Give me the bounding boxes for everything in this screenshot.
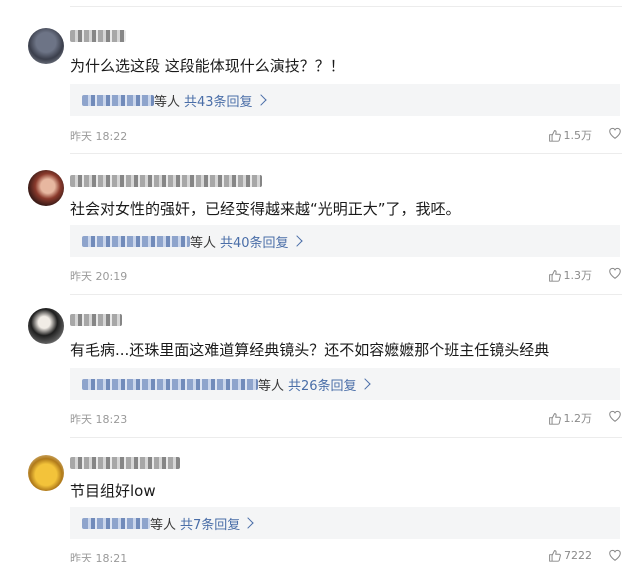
avatar[interactable]	[28, 455, 64, 491]
comment-time: 昨天 20:19	[70, 270, 128, 283]
like-button[interactable]: 1.2万	[548, 410, 593, 426]
avatar[interactable]	[28, 170, 64, 206]
like-count: 7222	[564, 549, 592, 562]
replier-names-blurred	[82, 235, 190, 247]
chevron-right-icon	[242, 517, 254, 529]
thumbs-up-icon	[548, 269, 561, 282]
comment-time: 昨天 18:23	[70, 413, 128, 426]
avatar[interactable]	[28, 28, 64, 64]
reply-suffix: 等人	[190, 235, 217, 251]
username-blurred[interactable]	[70, 314, 122, 326]
comment-text: 为什么选这段 这段能体现什么演技？？！	[70, 57, 345, 75]
heart-icon[interactable]	[608, 409, 622, 423]
comment-time: 昨天 18:21	[70, 552, 128, 562]
like-count: 1.5万	[563, 129, 593, 142]
username-blurred[interactable]	[70, 457, 180, 469]
reply-summary[interactable]: 等人 共43条回复	[70, 84, 620, 116]
chevron-right-icon	[254, 94, 267, 106]
reply-count-link[interactable]: 共43条回复	[184, 91, 253, 110]
comment-time: 昨天 18:22	[70, 130, 128, 143]
username-blurred[interactable]	[70, 175, 262, 187]
reply-count-link[interactable]: 共26条回复	[288, 375, 357, 394]
like-count: 1.3万	[563, 269, 593, 282]
comment-text: 节目组好low	[70, 482, 156, 500]
like-button[interactable]: 1.3万	[548, 267, 593, 283]
comment-item: 社会对女性的强奸，已经变得越来越“光明正大”了，我呸。 等人 共40条回复 昨天…	[0, 150, 640, 290]
heart-icon[interactable]	[608, 548, 622, 562]
reply-summary[interactable]: 等人 共7条回复	[70, 507, 620, 539]
reply-suffix: 等人	[154, 94, 181, 110]
chevron-right-icon	[358, 378, 371, 390]
reply-summary[interactable]: 等人 共40条回复	[70, 225, 620, 257]
like-count: 1.2万	[563, 412, 593, 425]
replier-names-blurred	[82, 378, 258, 390]
comment-text: 有毛病...还珠里面这难道算经典镜头？还不如容嬷嬷那个班主任镜头经典	[70, 341, 550, 359]
reply-count-link[interactable]: 共40条回复	[220, 232, 289, 251]
thumbs-up-icon	[548, 412, 561, 425]
thumbs-up-icon	[548, 129, 561, 142]
username-blurred[interactable]	[70, 30, 126, 42]
like-button[interactable]: 1.5万	[548, 127, 593, 143]
comment-item: 节目组好low 等人 共7条回复 昨天 18:21 7222	[0, 435, 640, 562]
chevron-right-icon	[290, 235, 303, 247]
comment-item: 有毛病...还珠里面这难道算经典镜头？还不如容嬷嬷那个班主任镜头经典 等人 共2…	[0, 290, 640, 435]
reply-count-link[interactable]: 共7条回复	[180, 514, 240, 533]
heart-icon[interactable]	[608, 126, 622, 140]
replier-names-blurred	[82, 94, 154, 106]
like-button[interactable]: 7222	[548, 549, 592, 562]
avatar[interactable]	[28, 308, 64, 344]
comment-text: 社会对女性的强奸，已经变得越来越“光明正大”了，我呸。	[70, 200, 461, 218]
comment-item: 为什么选这段 这段能体现什么演技？？！ 等人 共43条回复 昨天 18:22 1…	[0, 0, 640, 150]
heart-icon[interactable]	[608, 266, 622, 280]
reply-suffix: 等人	[258, 378, 285, 394]
thumbs-up-icon	[549, 550, 561, 562]
replier-names-blurred	[82, 517, 150, 529]
reply-suffix: 等人	[150, 517, 177, 533]
reply-summary[interactable]: 等人 共26条回复	[70, 368, 620, 400]
